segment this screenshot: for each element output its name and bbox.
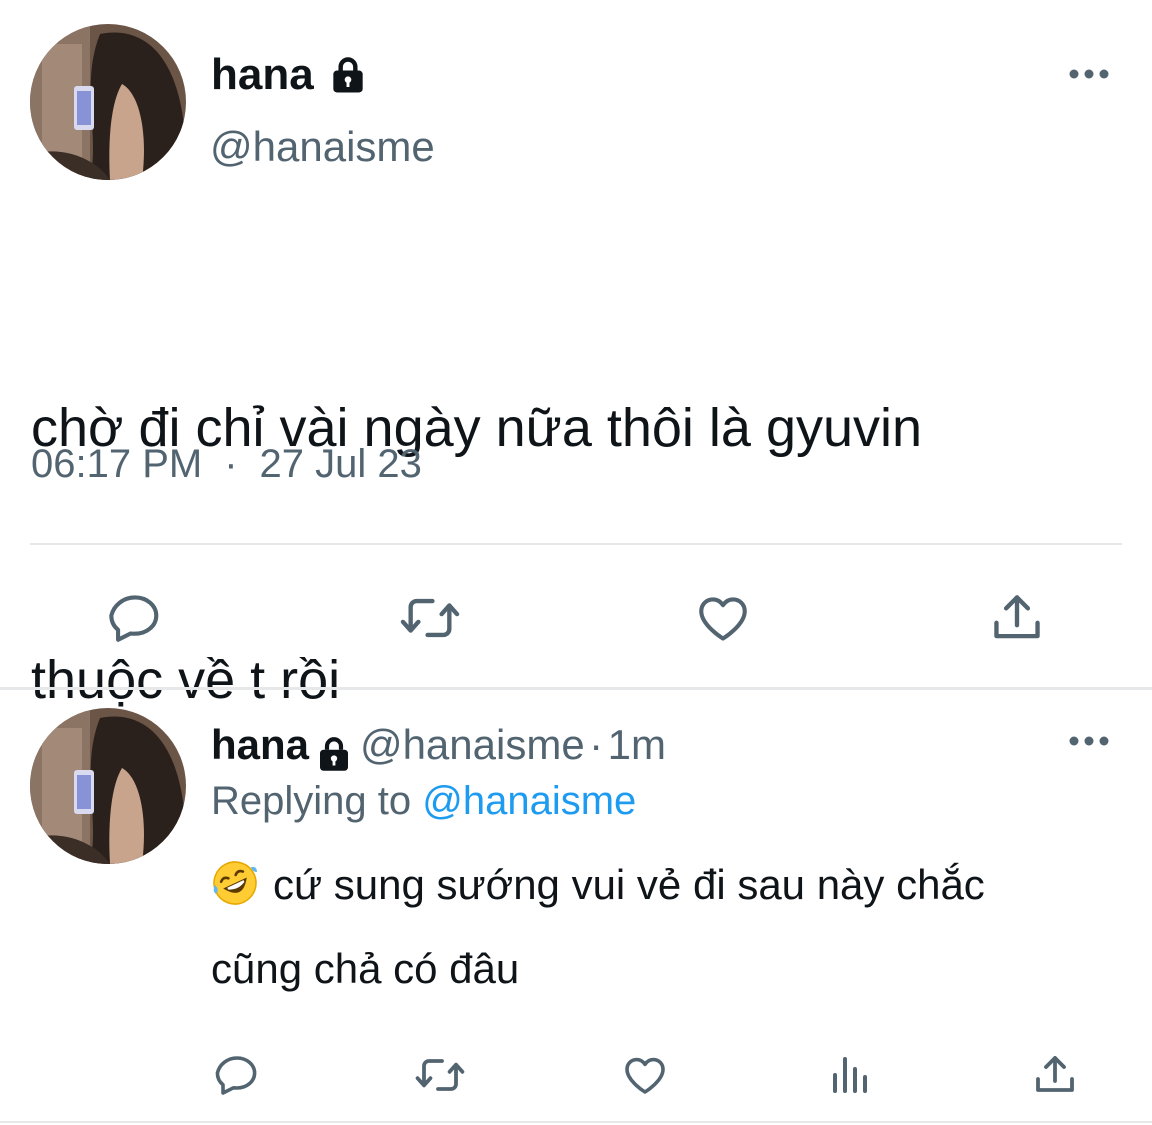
share-icon	[1036, 1056, 1074, 1092]
tweet-time[interactable]: 06:17 PM	[31, 442, 202, 486]
tweet-timestamp[interactable]: 06:17 PM · 27 Jul 23	[31, 444, 422, 484]
reply-reply-button[interactable]	[212, 1050, 262, 1100]
author-handle[interactable]: @hanaisme	[210, 126, 435, 168]
like-icon	[625, 1057, 665, 1094]
reply-author-avatar[interactable]	[30, 708, 186, 864]
reply-text-line: cứ sung sướng vui vẻ đi sau này chắc	[211, 843, 1111, 927]
reply-share-button[interactable]	[1030, 1050, 1080, 1100]
author-name[interactable]: hana	[211, 53, 370, 100]
divider	[30, 543, 1122, 545]
reply-retweet-button[interactable]	[412, 1050, 468, 1100]
author-name-text[interactable]: hana	[211, 50, 314, 99]
retweet-icon	[415, 1059, 465, 1091]
tweet-text: chờ đi chỉ vài ngày nữa thôi là gyuvin t…	[31, 218, 1121, 806]
separator-dot: ·	[224, 442, 238, 486]
retweet-icon	[400, 598, 460, 638]
more-options-icon[interactable]	[1064, 64, 1114, 84]
lock-icon	[326, 54, 370, 100]
reply-icon	[109, 595, 159, 642]
reply-like-button[interactable]	[620, 1050, 670, 1100]
reply-header: hana @hanaisme · 1m	[211, 724, 666, 776]
reply-views-button[interactable]	[826, 1050, 876, 1100]
retweet-button[interactable]	[397, 588, 463, 648]
replying-to: Replying to @hanaisme	[211, 781, 636, 821]
like-button[interactable]	[693, 588, 753, 648]
reply-text: cứ sung sướng vui vẻ đi sau này chắc cũn…	[211, 843, 1111, 1011]
reply-author-handle[interactable]: @hanaisme	[360, 721, 585, 768]
replying-mention-link[interactable]: @hanaisme	[422, 779, 636, 823]
reply-age[interactable]: 1m	[608, 721, 666, 768]
like-icon	[699, 597, 747, 641]
separator-dot: ·	[589, 721, 604, 768]
rolling-on-floor-laughing-emoji	[211, 851, 259, 905]
views-icon	[833, 1057, 867, 1093]
share-button[interactable]	[987, 588, 1047, 648]
tweet-text-line: thuộc về t rồi	[31, 650, 341, 710]
author-avatar[interactable]	[30, 24, 186, 180]
tweet-date[interactable]: 27 Jul 23	[260, 442, 422, 486]
section-divider	[0, 687, 1152, 690]
lock-icon	[313, 734, 355, 776]
replying-label: Replying to	[211, 779, 412, 823]
reply-more-options-icon[interactable]	[1064, 731, 1114, 751]
bottom-divider	[0, 1121, 1152, 1123]
reply-icon	[215, 1056, 257, 1095]
reply-text-line2: cũng chả có đâu	[211, 945, 520, 992]
reply-button[interactable]	[105, 588, 165, 648]
share-icon	[994, 595, 1040, 639]
reply-text-line1: cứ sung sướng vui vẻ đi sau này chắc	[273, 861, 985, 908]
reply-author-name[interactable]: hana	[211, 721, 309, 768]
